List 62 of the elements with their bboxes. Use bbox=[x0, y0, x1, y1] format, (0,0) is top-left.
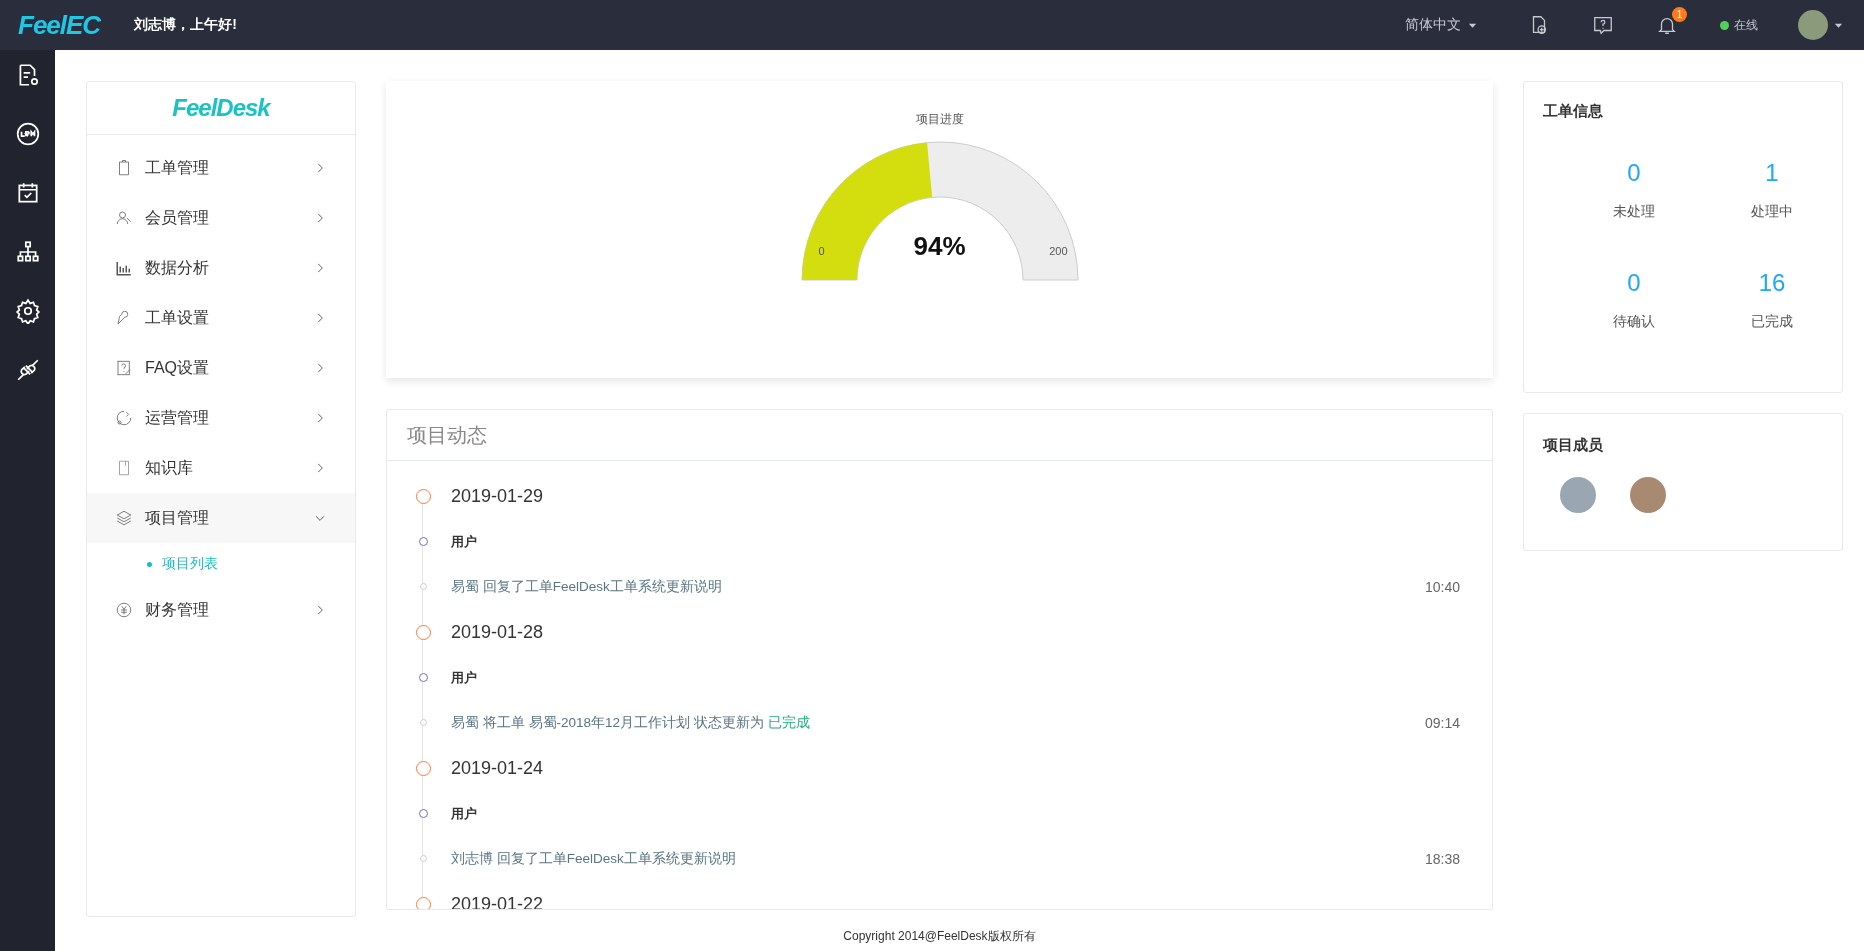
activity-time: 09:14 bbox=[1424, 714, 1460, 731]
status-dot bbox=[1720, 20, 1729, 30]
users-icon bbox=[115, 209, 133, 227]
gauge-reading: 94% bbox=[913, 231, 966, 262]
timeline-dot bbox=[415, 488, 431, 504]
menu-item[interactable]: 运营管理 bbox=[87, 393, 355, 443]
timeline-date: 2019-01-22 bbox=[451, 893, 544, 909]
menu-item[interactable]: 工单设置 bbox=[87, 293, 355, 343]
avatar bbox=[1798, 10, 1828, 40]
menu-item[interactable]: 财务管理 bbox=[87, 585, 355, 635]
timeline-dot bbox=[418, 673, 428, 682]
stat-label: 已完成 bbox=[1751, 313, 1793, 331]
stat-label: 未处理 bbox=[1613, 203, 1655, 221]
gauge-min-label: 0 bbox=[818, 245, 825, 257]
activity-time: 18:38 bbox=[1424, 850, 1460, 867]
panel-title: 项目动态 bbox=[407, 422, 487, 448]
timeline-date: 2019-01-24 bbox=[451, 757, 544, 779]
layers-icon bbox=[115, 509, 133, 527]
menu-item[interactable]: 工单管理 bbox=[87, 143, 355, 193]
timeline-dot bbox=[415, 760, 431, 776]
language-selector[interactable]: 简体中文 bbox=[1405, 16, 1478, 34]
user-menu[interactable] bbox=[1798, 10, 1844, 40]
group-label: 用户 bbox=[451, 668, 477, 687]
chart-title: 项目进度 bbox=[915, 111, 964, 128]
question-document-icon bbox=[115, 359, 133, 377]
timeline-dot bbox=[419, 583, 427, 590]
menu-item[interactable]: FAQ设置 bbox=[87, 343, 355, 393]
timeline-dot bbox=[418, 809, 428, 818]
menu-item[interactable]: 项目管理 bbox=[87, 493, 355, 543]
bar-chart-icon bbox=[115, 259, 133, 277]
org-chart-icon[interactable] bbox=[14, 239, 41, 265]
bullet-dot bbox=[147, 561, 152, 567]
menu-item[interactable]: 会员管理 bbox=[87, 193, 355, 243]
greeting: 刘志博，上午好! bbox=[134, 16, 237, 34]
member-avatar[interactable] bbox=[1630, 477, 1666, 513]
timeline-dot bbox=[418, 537, 428, 546]
card-title: 工单信息 bbox=[1543, 102, 1604, 121]
timeline-dot bbox=[419, 855, 427, 862]
copyright-text: Copyright 2014@FeelDesk版权所有 bbox=[843, 928, 1036, 945]
refresh-icon bbox=[115, 409, 133, 427]
stat-label: 处理中 bbox=[1751, 203, 1793, 221]
activity-text: 易蜀 将工单 易蜀-2018年12月工作计划 状态更新为 已完成 bbox=[451, 713, 811, 732]
activity-text: 易蜀 回复了工单FeelDesk工单系统更新说明 bbox=[451, 577, 723, 596]
menu-item[interactable]: 知识库 bbox=[87, 443, 355, 493]
yuan-icon bbox=[115, 601, 133, 619]
activity-time: 10:40 bbox=[1424, 578, 1460, 595]
timeline-date: 2019-01-29 bbox=[451, 485, 544, 507]
activity-text: 刘志博 回复了工单FeelDesk工单系统更新说明 bbox=[451, 849, 737, 868]
logo[interactable]: FeelEC bbox=[18, 9, 101, 41]
help-icon[interactable] bbox=[1592, 14, 1614, 36]
menu-item[interactable]: 数据分析 bbox=[87, 243, 355, 293]
timeline-dot bbox=[415, 624, 431, 640]
group-label: 用户 bbox=[451, 804, 477, 823]
timeline-dot bbox=[419, 719, 427, 726]
settings-icon[interactable] bbox=[14, 298, 41, 324]
gauge-max-label: 200 bbox=[1049, 245, 1068, 257]
notification-badge: 1 bbox=[1672, 7, 1687, 22]
timeline-date: 2019-01-28 bbox=[451, 621, 544, 643]
stat-label: 待确认 bbox=[1613, 313, 1655, 331]
status-label: 在线 bbox=[1734, 16, 1758, 34]
group-label: 用户 bbox=[451, 532, 477, 551]
card-title: 项目成员 bbox=[1543, 436, 1604, 455]
